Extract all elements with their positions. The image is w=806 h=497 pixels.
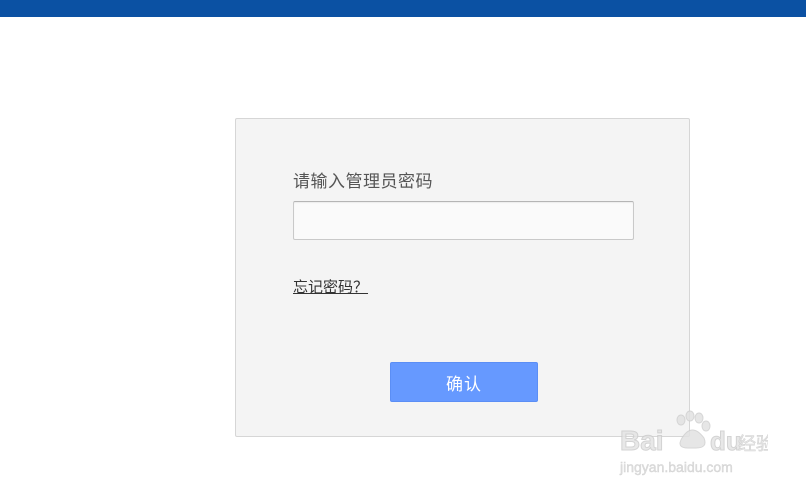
admin-password-input[interactable] <box>293 201 634 240</box>
forgot-password-link[interactable]: 忘记密码？ <box>293 276 368 297</box>
svg-text:du: du <box>710 426 742 456</box>
password-prompt-label: 请输入管理员密码 <box>293 172 433 192</box>
login-panel: 请输入管理员密码 忘记密码？ 确认 <box>235 118 690 437</box>
confirm-button[interactable]: 确认 <box>390 362 538 402</box>
svg-text:jingyan.baidu.com: jingyan.baidu.com <box>619 459 733 475</box>
svg-text:经验: 经验 <box>738 434 768 455</box>
top-banner-bar <box>0 0 806 17</box>
